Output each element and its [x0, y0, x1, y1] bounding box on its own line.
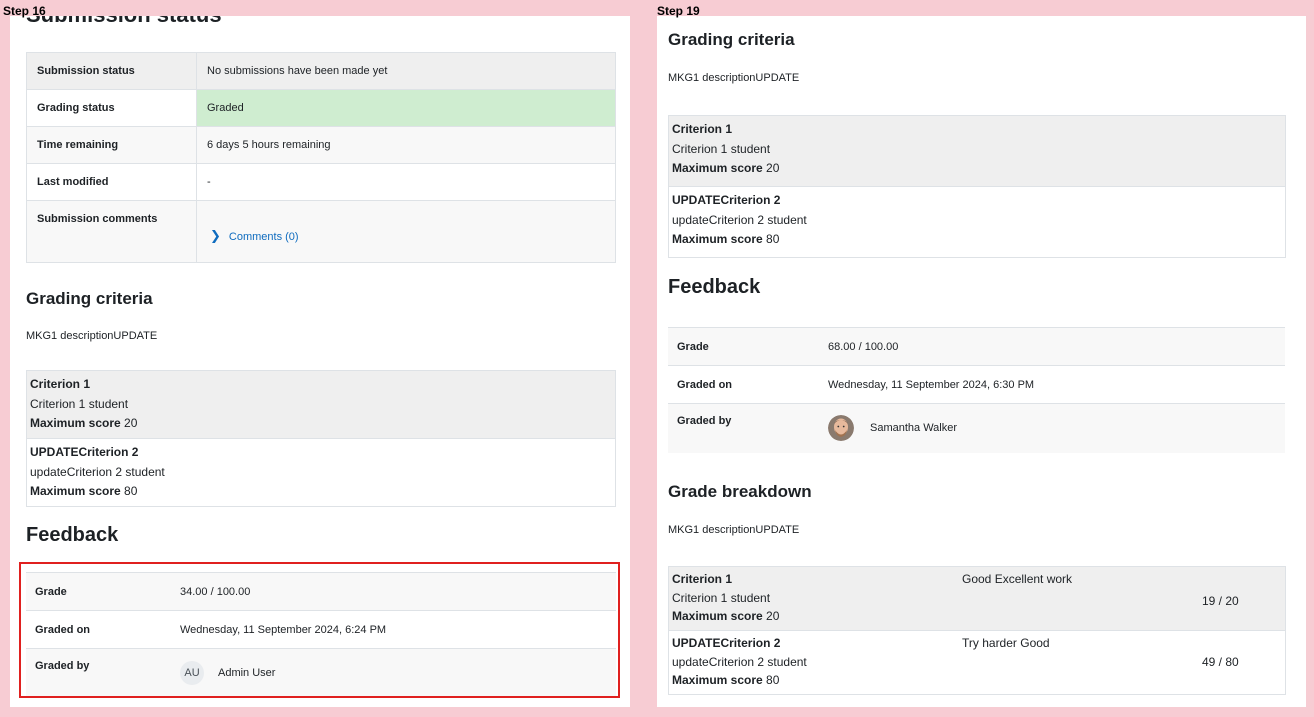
criterion-title: Criterion 1: [30, 377, 91, 391]
grader-name[interactable]: Samantha Walker: [870, 422, 957, 434]
max-score-label: Maximum score: [672, 232, 763, 246]
max-score-value: 80: [124, 484, 138, 498]
grade-value: 68.00 / 100.00: [819, 327, 1285, 366]
criterion-description: updateCriterion 2 student: [672, 212, 807, 227]
grading-criteria-rubric: Criterion 1 Criterion 1 student Maximum …: [26, 370, 616, 507]
table-row: Last modified -: [26, 163, 616, 201]
table-row: Graded on Wednesday, 11 September 2024, …: [26, 610, 616, 649]
grading-criteria-rubric: Criterion 1 Criterion 1 student Maximum …: [668, 115, 1286, 258]
table-row: Graded by AU Admin User: [26, 648, 616, 697]
user-photo-icon: [828, 415, 854, 442]
criterion-title: UPDATECriterion 2: [30, 445, 139, 459]
table-row: UPDATECriterion 2 updateCriterion 2 stud…: [669, 631, 1285, 694]
table-row: Graded by Samantha Walker: [668, 403, 1285, 453]
feedback-label: Graded on: [26, 610, 171, 649]
avatar: AU: [180, 660, 204, 685]
graded-on-value: Wednesday, 11 September 2024, 6:30 PM: [819, 365, 1285, 404]
feedback-heading: Feedback: [26, 524, 119, 546]
feedback-label: Grade: [26, 572, 171, 611]
grading-criteria-heading: Grading criteria: [668, 30, 795, 49]
table-row: Submission status No submissions have be…: [26, 52, 616, 90]
max-score-value: 80: [766, 232, 780, 246]
comments-toggle[interactable]: ❯ Comments (0): [210, 228, 299, 244]
status-label: Last modified: [26, 163, 197, 201]
max-score-label: Maximum score: [672, 161, 763, 175]
max-score-label: Maximum score: [672, 673, 763, 687]
feedback-label: Graded by: [26, 648, 171, 697]
criterion-description: Criterion 1 student: [30, 396, 129, 411]
criterion-description: updateCriterion 2 student: [672, 654, 807, 669]
max-score-label: Maximum score: [30, 484, 121, 498]
grade-value: 34.00 / 100.00: [171, 572, 616, 611]
criterion-title: UPDATECriterion 2: [672, 193, 781, 207]
step-label-left: Step 16: [3, 4, 46, 18]
feedback-label: Graded on: [668, 365, 819, 404]
status-value: 6 days 5 hours remaining: [196, 126, 616, 164]
list-item: UPDATECriterion 2 updateCriterion 2 stud…: [669, 187, 1285, 257]
table-row: Criterion 1 Criterion 1 student Maximum …: [669, 567, 1285, 631]
list-item: UPDATECriterion 2 updateCriterion 2 stud…: [27, 439, 615, 506]
criterion-title: Criterion 1: [672, 122, 733, 136]
submission-status-heading: Submission status: [26, 16, 222, 28]
avatar: [828, 415, 854, 442]
list-item: Criterion 1 Criterion 1 student Maximum …: [27, 371, 615, 439]
grading-status-value: Graded: [196, 89, 616, 127]
status-label: Submission comments: [26, 200, 197, 263]
criterion-description: updateCriterion 2 student: [30, 464, 165, 479]
max-score-label: Maximum score: [30, 416, 121, 430]
grading-criteria-description: MKG1 descriptionUPDATE: [668, 72, 800, 84]
table-row: Grade 68.00 / 100.00: [668, 327, 1285, 366]
list-item: Criterion 1 Criterion 1 student Maximum …: [669, 116, 1285, 187]
feedback-label: Grade: [668, 327, 819, 366]
step-label-right: Step 19: [657, 4, 700, 18]
grader-name[interactable]: Admin User: [218, 667, 275, 679]
graded-on-value: Wednesday, 11 September 2024, 6:24 PM: [171, 610, 616, 649]
max-score-label: Maximum score: [672, 609, 763, 623]
chevron-right-icon: ❯: [210, 227, 221, 243]
table-row: Time remaining 6 days 5 hours remaining: [26, 126, 616, 164]
grade-breakdown-description: MKG1 descriptionUPDATE: [668, 524, 800, 536]
criterion-score: 49 / 80: [1202, 655, 1239, 669]
screenshot-panel-step-16: Submission status Submission status No s…: [10, 16, 630, 707]
grade-breakdown-table: Criterion 1 Criterion 1 student Maximum …: [668, 566, 1286, 695]
status-value: No submissions have been made yet: [196, 52, 616, 90]
table-row: Submission comments ❯ Comments (0): [26, 200, 616, 263]
grade-breakdown-heading: Grade breakdown: [668, 482, 812, 501]
grading-criteria-description: MKG1 descriptionUPDATE: [26, 330, 158, 342]
max-score-value: 80: [766, 673, 780, 687]
feedback-table: Grade 34.00 / 100.00 Graded on Wednesday…: [26, 572, 616, 697]
criterion-remark: Try harder Good: [962, 636, 1050, 650]
feedback-heading: Feedback: [668, 276, 761, 298]
criterion-description: Criterion 1 student: [672, 141, 771, 156]
status-value: -: [196, 163, 616, 201]
screenshot-panel-step-19: Grading criteria MKG1 descriptionUPDATE …: [657, 16, 1306, 707]
status-label: Time remaining: [26, 126, 197, 164]
comments-link-text: Comments (0): [228, 230, 299, 243]
max-score-value: 20: [766, 161, 780, 175]
criterion-description: Criterion 1 student: [672, 590, 771, 605]
table-row: Grade 34.00 / 100.00: [26, 572, 616, 611]
criterion-score: 19 / 20: [1202, 594, 1239, 608]
table-row: Grading status Graded: [26, 89, 616, 127]
max-score-value: 20: [124, 416, 138, 430]
grading-criteria-heading: Grading criteria: [26, 289, 153, 308]
criterion-remark: Good Excellent work: [962, 572, 1073, 586]
feedback-table: Grade 68.00 / 100.00 Graded on Wednesday…: [668, 327, 1285, 453]
status-label: Grading status: [26, 89, 197, 127]
max-score-value: 20: [766, 609, 780, 623]
status-label: Submission status: [26, 52, 197, 90]
table-row: Graded on Wednesday, 11 September 2024, …: [668, 365, 1285, 404]
submission-status-table: Submission status No submissions have be…: [26, 52, 616, 263]
feedback-label: Graded by: [668, 403, 819, 453]
